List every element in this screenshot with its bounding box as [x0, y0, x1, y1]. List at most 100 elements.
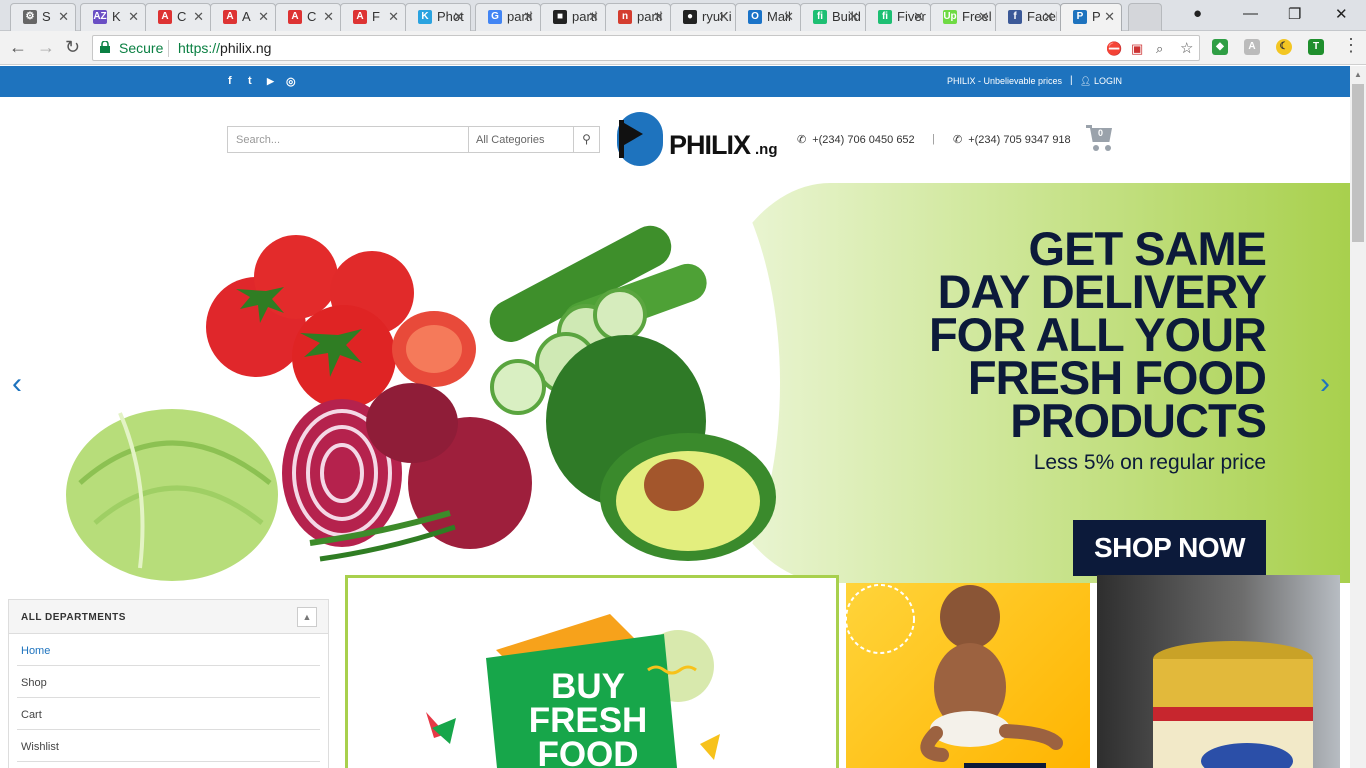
close-tab-icon[interactable]: ✕: [58, 9, 69, 25]
extension-moon-icon[interactable]: ☾: [1276, 39, 1292, 55]
close-tab-icon[interactable]: ✕: [388, 9, 399, 25]
profile-icon[interactable]: ●: [1193, 5, 1202, 22]
shop-now-button[interactable]: SHOP NOW: [1073, 520, 1266, 576]
next-slide-arrow-icon[interactable]: ›: [1320, 367, 1330, 401]
instagram-icon[interactable]: ◎: [286, 75, 296, 88]
department-item-wishlist[interactable]: Wishlist: [17, 730, 320, 762]
photo-icon: K: [418, 10, 432, 24]
decor-circle: [846, 584, 915, 654]
bookmark-star-icon[interactable]: ☆: [1180, 39, 1193, 57]
close-tab-icon[interactable]: ✕: [653, 9, 664, 25]
browser-tab[interactable]: ● ryuKi ✕: [670, 3, 736, 31]
browser-tab[interactable]: A F ✕: [340, 3, 406, 31]
lock-icon: [100, 41, 110, 53]
collapse-icon[interactable]: ▲: [297, 607, 317, 627]
browser-tab[interactable]: Up Freel ✕: [930, 3, 996, 31]
extension-angular-icon[interactable]: A: [1244, 39, 1260, 55]
browser-tab[interactable]: fi Fiver ✕: [865, 3, 931, 31]
close-tab-icon[interactable]: ✕: [783, 9, 794, 25]
phone-contact-1[interactable]: ✆ +(234) 706 0450 652: [797, 133, 915, 146]
close-tab-icon[interactable]: ✕: [588, 9, 599, 25]
cabbage: [66, 409, 278, 581]
department-item-shop[interactable]: Shop: [17, 666, 320, 698]
browser-tab[interactable]: A C ✕: [145, 3, 211, 31]
category-select[interactable]: All Categories: [468, 127, 573, 152]
browser-tab[interactable]: fi Build ✕: [800, 3, 866, 31]
department-item-home[interactable]: Home: [17, 634, 320, 666]
phone-contact-2[interactable]: ✆ +(234) 705 9347 918: [953, 133, 1071, 146]
tomato-flesh: [406, 325, 462, 373]
black-square-icon: ■: [553, 10, 567, 24]
tomato: [292, 305, 396, 409]
department-item-cart[interactable]: Cart: [17, 698, 320, 730]
menu-kebab-icon[interactable]: ⋮: [1342, 35, 1360, 56]
promo-baby-products[interactable]: [846, 583, 1090, 768]
forward-icon[interactable]: →: [37, 37, 55, 58]
cookie-blocked-icon[interactable]: ⛔: [1106, 41, 1122, 57]
close-tab-icon[interactable]: ✕: [978, 9, 989, 25]
browser-tab[interactable]: Gparti ✕: [475, 3, 541, 31]
search-input[interactable]: Search...: [236, 134, 280, 146]
extension-t-icon[interactable]: T: [1308, 39, 1324, 55]
extension-shield-icon[interactable]: ◆: [1212, 39, 1228, 55]
top-bar: f t ▶ ◎ PHILIX - Unbelievable prices | 👤…: [0, 66, 1350, 97]
zoom-icon[interactable]: ⌕: [1156, 41, 1163, 57]
headline-line: FOR ALL YOUR: [928, 308, 1267, 361]
close-tab-icon[interactable]: ✕: [1104, 9, 1115, 25]
close-tab-icon[interactable]: ✕: [1043, 9, 1054, 25]
baby-leg: [999, 724, 1063, 750]
page-scrollbar[interactable]: ▲: [1350, 66, 1366, 768]
back-icon[interactable]: ←: [9, 37, 27, 58]
browser-tab[interactable]: P P ✕: [1060, 3, 1122, 31]
browser-tab[interactable]: f Facel ✕: [995, 3, 1061, 31]
browser-tab[interactable]: A A ✕: [210, 3, 276, 31]
reload-icon[interactable]: ↻: [65, 37, 80, 58]
phone-divider: |: [932, 133, 935, 145]
browser-tab[interactable]: AZ K ✕: [80, 3, 146, 31]
facebook-icon[interactable]: f: [228, 75, 232, 87]
address-bar[interactable]: Secure https://philix.ng ⛔ ▣ ⌕ ☆: [92, 35, 1200, 61]
browser-tab[interactable]: ⚙ S ✕: [10, 3, 76, 31]
scrollbar-thumb[interactable]: [1352, 84, 1364, 242]
twitter-icon[interactable]: t: [248, 75, 252, 87]
youtube-icon[interactable]: ▶: [267, 76, 274, 87]
close-window-icon[interactable]: ✕: [1335, 5, 1348, 23]
cucumber-slice: [490, 359, 546, 415]
decor-triangle: [700, 734, 720, 760]
close-tab-icon[interactable]: ✕: [323, 9, 334, 25]
fiverr-icon: fi: [878, 10, 892, 24]
hero-slider[interactable]: GET SAME DAY DELIVERY FOR ALL YOUR FRESH…: [0, 183, 1350, 583]
can-stripe: [1153, 707, 1313, 721]
login-link[interactable]: 👤︎ LOGIN: [1080, 76, 1122, 87]
promo-milk[interactable]: [1097, 575, 1340, 768]
browser-tab[interactable]: n parti ✕: [605, 3, 671, 31]
url-text[interactable]: https://philix.ng: [178, 40, 271, 56]
close-tab-icon[interactable]: ✕: [848, 9, 859, 25]
close-tab-icon[interactable]: ✕: [258, 9, 269, 25]
close-tab-icon[interactable]: ✕: [523, 9, 534, 25]
close-tab-icon[interactable]: ✕: [128, 9, 139, 25]
browser-tab[interactable]: A C ✕: [275, 3, 341, 31]
browser-tab[interactable]: ■ parti ✕: [540, 3, 606, 31]
close-tab-icon[interactable]: ✕: [718, 9, 729, 25]
scroll-up-icon[interactable]: ▲: [1354, 70, 1362, 79]
phone-number-2: +(234) 705 9347 918: [968, 134, 1071, 146]
cart-button[interactable]: 0: [1086, 124, 1116, 152]
departments-header[interactable]: ALL DEPARTMENTS ▲: [9, 600, 328, 634]
prev-slide-arrow-icon[interactable]: ‹: [12, 367, 22, 401]
url-scheme: https://: [178, 40, 221, 56]
close-tab-icon[interactable]: ✕: [193, 9, 204, 25]
search-button[interactable]: ⚲: [573, 127, 599, 152]
restore-icon[interactable]: ❐: [1288, 5, 1301, 23]
close-tab-icon[interactable]: ✕: [453, 9, 464, 25]
popup-blocked-icon[interactable]: ▣: [1131, 41, 1143, 57]
site-logo[interactable]: PHILIX .ng: [617, 112, 787, 168]
promo-buy-fresh-food[interactable]: BUY FRESH FOOD: [345, 575, 839, 768]
new-tab-button[interactable]: [1128, 3, 1162, 31]
avocado-pit: [644, 459, 704, 511]
minimize-icon[interactable]: —: [1243, 5, 1258, 22]
browser-tab[interactable]: K Phot ✕: [405, 3, 471, 31]
browser-tab[interactable]: O Mail ✕: [735, 3, 801, 31]
close-tab-icon[interactable]: ✕: [913, 9, 924, 25]
user-icon: 👤︎: [1080, 76, 1092, 86]
